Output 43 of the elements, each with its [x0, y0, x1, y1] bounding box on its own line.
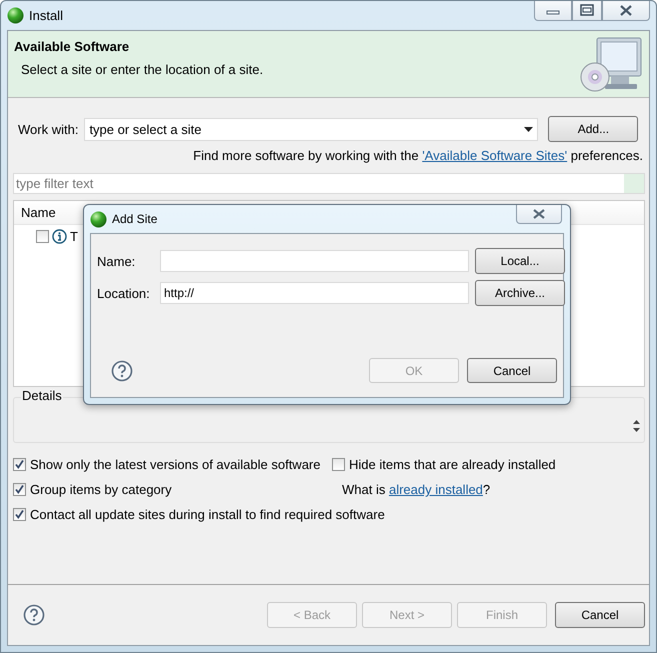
input-field[interactable]	[160, 250, 469, 272]
close-icon[interactable]	[516, 205, 562, 224]
info-icon	[52, 229, 67, 244]
site-combo-box[interactable]: type or select a site	[84, 118, 538, 140]
minimize-icon[interactable]	[534, 1, 572, 21]
input-field[interactable]: http://	[160, 282, 469, 304]
checkbox[interactable]	[332, 458, 345, 471]
checkbox[interactable]	[13, 458, 26, 471]
app-icon	[90, 210, 107, 228]
checkbox-label: Contact all update sites during install to find required software	[30, 507, 385, 522]
dialog-button[interactable]: Local...	[475, 248, 565, 274]
checkbox-label: Hide items that are already installed	[349, 457, 556, 472]
page-subtitle: Select a site or enter the location of a site.	[21, 62, 264, 77]
field-label: Name:	[97, 254, 136, 268]
dropdown-arrow-icon[interactable]	[524, 126, 534, 132]
cancel-button[interactable]: Cancel	[555, 602, 645, 628]
dialog-button[interactable]: Archive...	[475, 280, 565, 306]
sites-link[interactable]: 'Available Software Sites'	[422, 148, 568, 163]
scroll-arrows-icon[interactable]	[632, 418, 641, 434]
app-icon	[7, 6, 24, 24]
field-label: Location:	[97, 286, 151, 300]
close-icon[interactable]	[602, 1, 650, 21]
maximize-icon[interactable]	[572, 1, 602, 21]
help-icon[interactable]	[111, 360, 133, 382]
help-icon[interactable]	[23, 604, 45, 626]
installed-note: What is already installed?	[341, 482, 492, 497]
page-title: Available Software	[14, 39, 130, 54]
window-title: Install	[29, 8, 63, 22]
dialog-title: Add Site	[112, 212, 158, 226]
add-button[interactable]: Add...	[548, 116, 638, 142]
filter-field[interactable]: type filter text	[13, 173, 645, 194]
checkbox-label: Show only the latest versions of available software	[30, 457, 320, 472]
work-with-label: Work with:	[18, 122, 78, 136]
checkbox[interactable]	[36, 230, 49, 243]
checkbox[interactable]	[13, 483, 26, 496]
checkbox[interactable]	[13, 508, 26, 521]
details-label: Details	[21, 388, 63, 403]
installed-link[interactable]: already installed	[388, 482, 483, 497]
table-cell: T	[70, 229, 78, 244]
column-header[interactable]: Name	[21, 205, 56, 220]
checkbox-label: Group items by category	[30, 482, 172, 497]
sites-note: Find more software by working with the 'Available Software Sites' preferences.	[193, 148, 643, 163]
cancel-button[interactable]: Cancel	[467, 358, 557, 383]
